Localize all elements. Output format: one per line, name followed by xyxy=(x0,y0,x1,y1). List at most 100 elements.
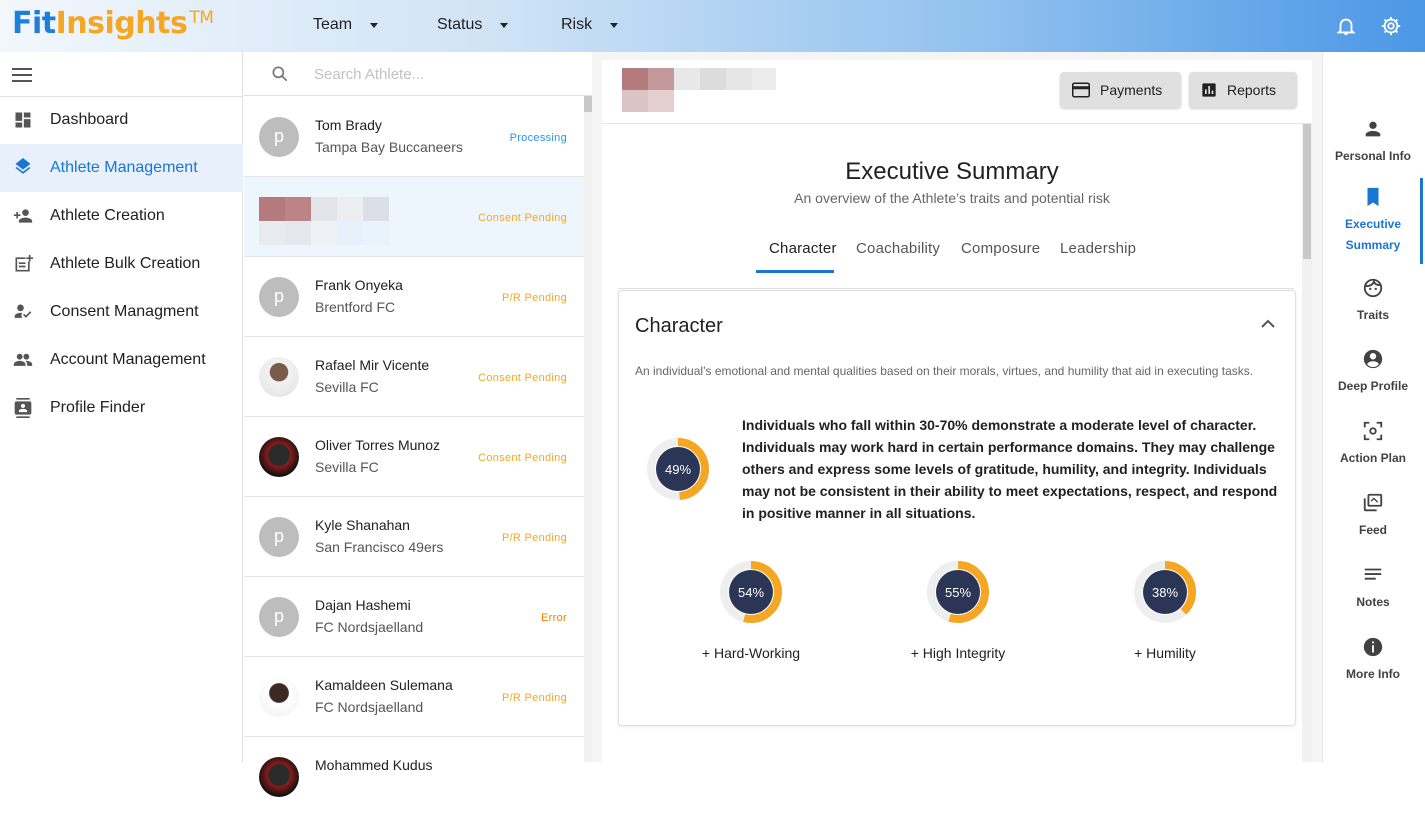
redacted-athlete-info xyxy=(259,197,389,245)
menu-icon[interactable] xyxy=(12,68,32,82)
sidebar-item-label: Athlete Bulk Creation xyxy=(50,255,201,272)
rail-item-traits[interactable]: Traits xyxy=(1323,277,1423,326)
rail-item-executive-summary[interactable]: Executive Summary xyxy=(1323,186,1423,256)
athlete-row[interactable]: p Dajan Hashemi FC Nordsjaelland Error xyxy=(244,577,584,657)
how-to-reg-icon xyxy=(14,304,32,318)
sidebar: Dashboard Athlete Management Athlete Cre… xyxy=(0,52,243,762)
caret-down-icon xyxy=(370,22,379,28)
payments-button-label: Payments xyxy=(1100,82,1163,98)
account-circle-icon xyxy=(1363,349,1383,369)
sidebar-item-dashboard[interactable]: Dashboard xyxy=(0,96,243,144)
status-badge: Processing xyxy=(509,132,567,144)
rail-item-label: Action Plan xyxy=(1339,451,1406,465)
active-tab-indicator xyxy=(756,270,834,273)
status-dropdown-label: Status xyxy=(437,16,483,33)
athlete-name: Frank Onyeka xyxy=(315,277,403,293)
rail-item-label: Feed xyxy=(1358,523,1387,537)
rail-item-deep-profile[interactable]: Deep Profile xyxy=(1323,348,1423,397)
athlete-name: Tom Brady xyxy=(315,117,382,133)
character-score-donut: 49% xyxy=(646,437,710,501)
athlete-row[interactable]: Kamaldeen Sulemana FC Nordsjaelland P/R … xyxy=(244,657,584,737)
reports-button[interactable]: Reports xyxy=(1189,72,1297,108)
rail-item-action-plan[interactable]: Action Plan xyxy=(1323,420,1423,469)
sidebar-item-label: Athlete Creation xyxy=(50,207,165,224)
chevron-up-icon[interactable] xyxy=(1261,319,1275,329)
section-title: Executive Summary xyxy=(845,158,1059,185)
score-interpretation: Individuals who fall within 30-70% demon… xyxy=(742,417,1278,521)
avatar-photo xyxy=(259,437,299,477)
rail-item-personal-info[interactable]: Personal Info xyxy=(1323,118,1423,167)
card-title: Character xyxy=(635,315,723,337)
rail-item-label: More Info xyxy=(1346,667,1400,681)
status-badge: P/R Pending xyxy=(501,292,567,304)
main-scrollbar[interactable] xyxy=(1302,124,1312,762)
rail-item-label: Personal Info xyxy=(1334,149,1411,163)
dashboard-icon xyxy=(15,112,31,128)
donut-value: 38% xyxy=(1151,584,1179,600)
athlete-name: Kamaldeen Sulemana xyxy=(315,677,453,693)
high-integrity-donut: 55% xyxy=(926,560,990,624)
gear-icon[interactable] xyxy=(1380,15,1402,37)
bar-chart-icon xyxy=(1202,83,1216,97)
sidebar-item-label: Consent Managment xyxy=(50,303,199,320)
sidebar-item-label: Account Management xyxy=(50,351,206,368)
avatar: p xyxy=(259,277,299,317)
athlete-list-panel: p Tom Brady Tampa Bay Buccaneers Process… xyxy=(244,52,592,817)
athlete-row[interactable]: Consent Pending xyxy=(244,177,584,257)
trait-label: + High Integrity xyxy=(910,645,1006,661)
athlete-row[interactable]: Rafael Mir Vicente Sevilla FC Consent Pe… xyxy=(244,337,584,417)
bookmark-icon xyxy=(1367,187,1379,207)
athlete-team: Sevilla FC xyxy=(315,379,379,395)
athlete-row[interactable]: Oliver Torres Munoz Sevilla FC Consent P… xyxy=(244,417,584,497)
sidebar-item-account-management[interactable]: Account Management xyxy=(0,336,243,384)
group-icon xyxy=(13,353,33,366)
tab-leadership[interactable]: Leadership xyxy=(1060,240,1136,257)
bell-icon[interactable] xyxy=(1335,15,1357,37)
search-bar xyxy=(244,52,592,96)
tab-composure[interactable]: Composure xyxy=(961,240,1040,257)
avatar: p xyxy=(259,117,299,157)
tab-character[interactable]: Character xyxy=(769,240,837,257)
search-input[interactable] xyxy=(314,62,564,86)
status-badge: P/R Pending xyxy=(501,692,567,704)
character-card: Character An individual’s emotional and … xyxy=(618,290,1296,726)
athlete-row[interactable]: Mohammed Kudus xyxy=(244,737,584,817)
athlete-team: Tampa Bay Buccaneers xyxy=(315,139,463,155)
person-add-icon xyxy=(13,209,33,223)
status-dropdown[interactable]: Status xyxy=(437,16,509,34)
team-dropdown[interactable]: Team xyxy=(313,16,379,34)
card-description: An individual’s emotional and mental qua… xyxy=(635,364,1254,378)
sidebar-item-athlete-management[interactable]: Athlete Management xyxy=(0,144,243,192)
executive-summary-section: Executive Summary An overview of the Ath… xyxy=(602,124,1302,762)
status-badge: Consent Pending xyxy=(478,452,567,464)
risk-dropdown[interactable]: Risk xyxy=(561,16,619,34)
sidebar-item-profile-finder[interactable]: Profile Finder xyxy=(0,384,243,432)
athlete-team: FC Nordsjaelland xyxy=(315,619,424,635)
rail-item-more-info[interactable]: More Info xyxy=(1323,636,1423,685)
athlete-list-scrollbar[interactable] xyxy=(584,96,592,762)
rail-item-feed[interactable]: Feed xyxy=(1323,492,1423,541)
sidebar-item-consent-managment[interactable]: Consent Managment xyxy=(0,288,243,336)
status-badge: Consent Pending xyxy=(478,212,567,224)
avatar-photo xyxy=(259,757,299,797)
sidebar-item-athlete-bulk-creation[interactable]: Athlete Bulk Creation xyxy=(0,240,243,288)
search-icon xyxy=(272,66,288,82)
athlete-name: Oliver Torres Munoz xyxy=(315,437,441,453)
logo-fit-text: Fit xyxy=(12,6,56,41)
caret-down-icon xyxy=(500,22,509,28)
athlete-team: FC Nordsjaelland xyxy=(315,699,424,715)
athlete-row[interactable]: p Kyle Shanahan San Francisco 49ers P/R … xyxy=(244,497,584,577)
trait-label: + Hard-Working xyxy=(701,645,801,661)
person-icon xyxy=(1365,121,1381,137)
athlete-team: Sevilla FC xyxy=(315,459,379,475)
athlete-row[interactable]: p Tom Brady Tampa Bay Buccaneers Process… xyxy=(244,97,584,177)
app-logo[interactable]: FitInsights TM xyxy=(12,6,214,41)
rail-item-label: Deep Profile xyxy=(1337,379,1409,393)
rail-item-notes[interactable]: Notes xyxy=(1323,564,1423,613)
payments-button[interactable]: Payments xyxy=(1060,72,1181,108)
athlete-row[interactable]: p Frank Onyeka Brentford FC P/R Pending xyxy=(244,257,584,337)
caret-down-icon xyxy=(610,22,619,28)
tab-coachability[interactable]: Coachability xyxy=(856,240,940,257)
center-focus-icon xyxy=(1363,421,1383,441)
sidebar-item-athlete-creation[interactable]: Athlete Creation xyxy=(0,192,243,240)
